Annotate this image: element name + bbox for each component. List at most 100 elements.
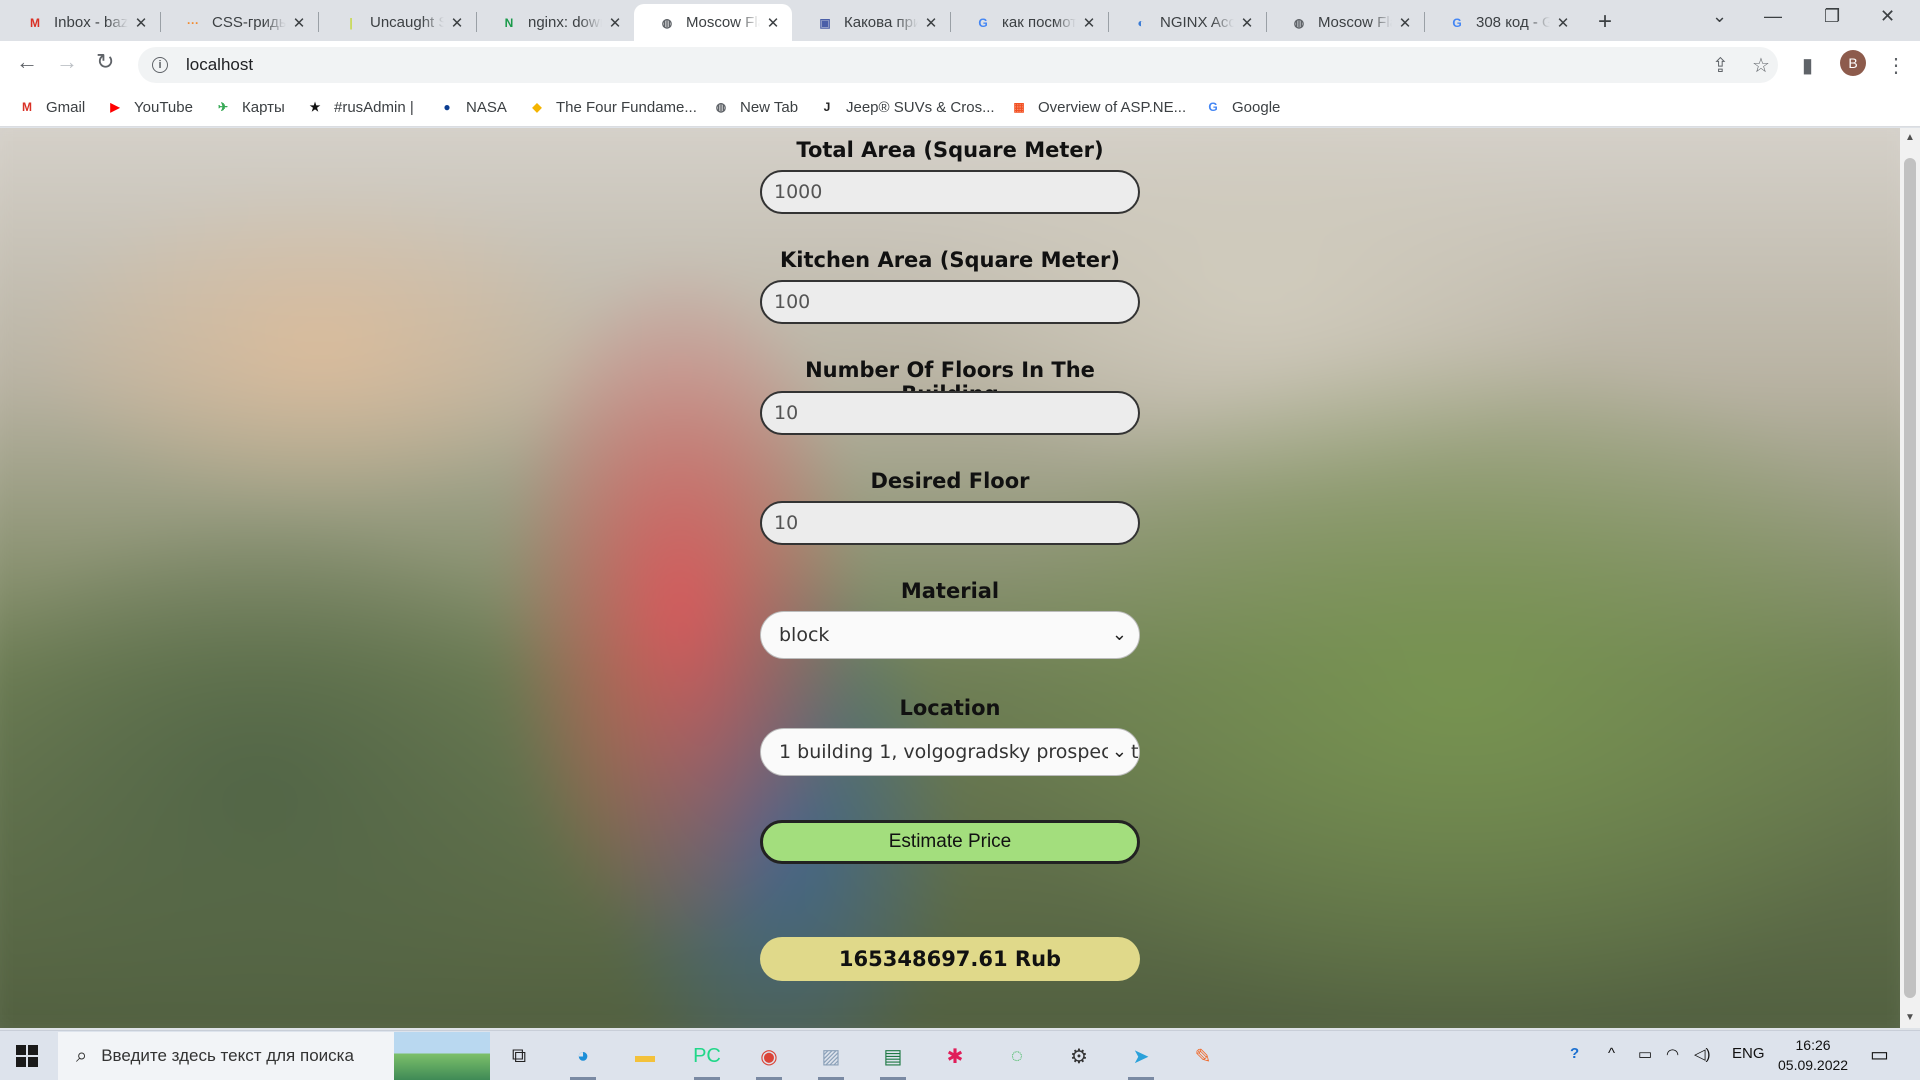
browser-tab[interactable]: M Inbox - bazi ✕ — [2, 4, 160, 41]
estimate-price-button[interactable]: Estimate Price — [760, 820, 1140, 864]
telegram-icon[interactable]: ➤ — [1124, 1039, 1158, 1080]
slack-icon[interactable]: ✱ — [938, 1039, 972, 1073]
browser-tab[interactable]: Gкак посмот ✕ — [950, 4, 1108, 41]
gmail-icon: M — [30, 15, 40, 30]
bookmark-item[interactable]: ▶ YouTube — [106, 98, 193, 116]
bookmark-item[interactable]: ▦ Overview of ASP.NE... — [1010, 98, 1186, 116]
google-icon: G — [1208, 100, 1218, 114]
share-icon[interactable]: ⇪ — [1712, 53, 1729, 78]
youtube-icon: ▶ — [110, 100, 120, 114]
bookmark-item[interactable]: ◆ The Four Fundame... — [528, 98, 697, 116]
close-icon[interactable]: ✕ — [1554, 14, 1572, 32]
bookmark-item[interactable]: J Jeep® SUVs & Cros... — [818, 98, 995, 116]
page-scrollbar[interactable]: ▲ ▼ — [1900, 128, 1920, 1028]
excel-icon[interactable]: ▤ — [876, 1039, 910, 1080]
fundamentals-icon: ◆ — [532, 100, 542, 114]
scroll-up-arrow-icon[interactable]: ▲ — [1905, 132, 1915, 143]
bookmark-item[interactable]: M Gmail — [18, 98, 85, 116]
meet-now-icon[interactable]: ▭ — [1638, 1045, 1652, 1063]
volume-icon[interactable]: ◁) — [1694, 1045, 1711, 1063]
close-icon[interactable]: ✕ — [606, 14, 624, 32]
chrome-icon[interactable]: ◉ — [752, 1039, 786, 1080]
pen-icon: | — [349, 15, 353, 30]
address-url[interactable]: localhost — [186, 55, 253, 75]
browser-tab[interactable]: | Uncaught S ✕ — [318, 4, 476, 41]
reload-icon[interactable]: ↻ — [96, 49, 114, 75]
material-select[interactable]: block ⌄ — [760, 611, 1140, 659]
gmail-icon: M — [22, 100, 32, 114]
browser-tab[interactable]: ··· CSS-гриды ✕ — [160, 4, 318, 41]
taskbar-search-box[interactable]: ⌕ Введите здесь текст для поиска — [58, 1032, 490, 1080]
settings-icon[interactable]: ⚙ — [1062, 1039, 1096, 1073]
globe-icon: ◍ — [1293, 15, 1305, 30]
total-area-input[interactable]: 1000 — [760, 170, 1140, 214]
address-bar[interactable]: i localhost — [138, 47, 1778, 83]
material-label: Material — [900, 579, 1000, 603]
site-info-icon[interactable]: i — [152, 57, 168, 73]
help-icon[interactable]: ? — [1570, 1045, 1579, 1062]
kitchen-area-input[interactable]: 100 — [760, 280, 1140, 324]
close-icon[interactable]: ✕ — [764, 14, 782, 32]
maps-icon: ✈ — [217, 100, 229, 114]
browser-tab[interactable]: ◍ Moscow Fla ✕ — [1266, 4, 1424, 41]
side-panel-icon[interactable]: ▮ — [1802, 53, 1813, 78]
task-view-icon[interactable]: ⧉ — [502, 1039, 536, 1073]
forward-arrow-icon[interactable]: → — [56, 49, 78, 75]
location-select[interactable]: 1 building 1, volgogradsky prospect, tag… — [760, 728, 1140, 776]
system-clock[interactable]: 16:26 05.09.2022 — [1778, 1035, 1848, 1075]
scroll-down-arrow-icon[interactable]: ▼ — [1905, 1012, 1915, 1023]
bookmark-label: #rusAdmin | — [334, 98, 414, 116]
close-icon[interactable]: ✕ — [448, 14, 466, 32]
file-explorer-icon[interactable]: ▬ — [628, 1039, 662, 1073]
notifications-icon[interactable]: ▭ — [1870, 1042, 1889, 1067]
search-icon: ⌕ — [76, 1044, 88, 1067]
browser-tab[interactable]: ▣ Какова при ✕ — [792, 4, 950, 41]
profile-avatar[interactable]: B — [1840, 50, 1866, 76]
network-icon[interactable]: ◠ — [1666, 1045, 1679, 1063]
bookmark-item[interactable]: ✈ Карты — [214, 98, 285, 116]
bookmark-label: NASA — [466, 98, 507, 116]
close-icon[interactable]: ✕ — [922, 14, 940, 32]
desired-floor-input[interactable]: 10 — [760, 501, 1140, 545]
bookmark-item[interactable]: ★ #rusAdmin | — [306, 98, 414, 116]
close-icon[interactable]: ✕ — [1396, 14, 1414, 32]
pycharm-icon[interactable]: PC — [690, 1039, 724, 1080]
browser-tab[interactable]: ◐ NGINX Acc ✕ — [1108, 4, 1266, 41]
close-icon[interactable]: ✕ — [1080, 14, 1098, 32]
bookmark-item[interactable]: G Google — [1204, 98, 1280, 116]
bookmark-star-icon[interactable]: ☆ — [1752, 53, 1770, 78]
bookmark-label: Overview of ASP.NE... — [1038, 98, 1187, 116]
postman-icon[interactable]: ✎ — [1186, 1039, 1220, 1073]
globe-icon: ◍ — [715, 100, 727, 114]
bookmark-item[interactable]: ◍ New Tab — [712, 98, 798, 116]
bookmark-label: Карты — [242, 98, 285, 116]
new-tab-plus-icon[interactable]: + — [1598, 8, 1612, 36]
input-language[interactable]: ENG — [1732, 1045, 1765, 1062]
windows-start-icon[interactable] — [16, 1045, 38, 1067]
maximize-icon[interactable]: ❐ — [1824, 6, 1840, 27]
window-close-icon[interactable]: ✕ — [1880, 6, 1895, 27]
close-icon[interactable]: ✕ — [132, 14, 150, 32]
photos-icon[interactable]: ▨ — [814, 1039, 848, 1080]
tab-search-chevron-icon[interactable]: ⌄ — [1712, 6, 1727, 27]
back-arrow-icon[interactable]: ← — [16, 49, 38, 75]
tab-title: Moscow Fla — [686, 14, 760, 31]
bookmark-item[interactable]: ● NASA — [438, 98, 507, 116]
search-highlight-illustration — [394, 1032, 490, 1080]
tray-overflow-chevron-icon[interactable]: ^ — [1608, 1045, 1615, 1062]
close-icon[interactable]: ✕ — [290, 14, 308, 32]
menu-kebab-icon[interactable]: ⋮ — [1886, 53, 1906, 78]
close-icon[interactable]: ✕ — [1238, 14, 1256, 32]
browser-tab[interactable]: ◍ Moscow Fla ✕ — [634, 4, 792, 41]
browser-tab[interactable]: G 308 код - G ✕ — [1424, 4, 1582, 41]
minimize-icon[interactable]: — — [1764, 6, 1782, 27]
scrollbar-thumb[interactable] — [1904, 158, 1916, 998]
floors-input[interactable]: 10 — [760, 391, 1140, 435]
edge-icon[interactable]: ◕ — [566, 1039, 600, 1080]
tab-title: Какова при — [844, 14, 918, 31]
tab-title: Uncaught S — [370, 14, 444, 31]
browser-tab[interactable]: Nnginx: dowr ✕ — [476, 4, 634, 41]
refresh-app-icon[interactable]: ◌ — [1000, 1039, 1034, 1073]
page-viewport: Total Area (Square Meter) 1000 Kitchen A… — [0, 128, 1900, 1028]
nginx-acc-icon: ◐ — [1137, 15, 1145, 30]
